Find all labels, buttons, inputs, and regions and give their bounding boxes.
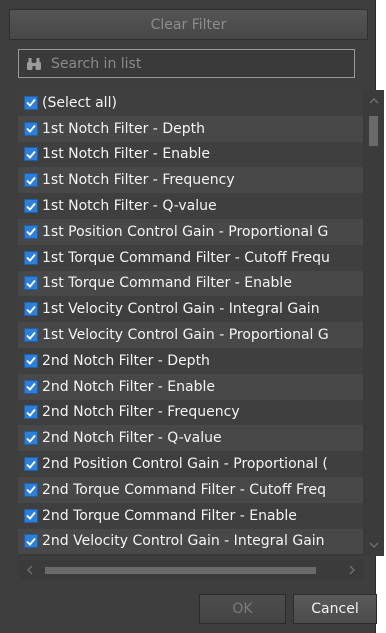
list-item[interactable]: 1st Torque Command Filter - Enable [18, 270, 363, 297]
list-item[interactable]: 1st Velocity Control Gain - Integral Gai… [18, 296, 363, 323]
list-item-label: 2nd Position Control Gain - Proportional… [42, 456, 328, 473]
scroll-down-icon[interactable] [364, 536, 384, 554]
list-item[interactable]: 2nd Notch Filter - Depth [18, 347, 363, 374]
list-item-label: 2nd Torque Command Filter - Enable [42, 507, 297, 524]
ok-button[interactable]: OK [199, 594, 286, 624]
scroll-left-icon[interactable] [20, 560, 40, 580]
list-item[interactable]: 2nd Position Control Gain - Proportional… [18, 451, 363, 477]
horizontal-scrollbar[interactable] [18, 560, 364, 580]
checkbox-checked-icon[interactable] [24, 199, 38, 214]
list-item-label: 1st Velocity Control Gain - Integral Gai… [42, 301, 320, 318]
checkbox-checked-icon[interactable] [24, 431, 38, 446]
list-item[interactable]: 2nd Notch Filter - Frequency [18, 399, 363, 426]
search-placeholder: Search in list [51, 55, 142, 72]
checkbox-checked-icon[interactable] [24, 328, 38, 343]
list-item-label: 1st Notch Filter - Enable [42, 146, 210, 163]
list-item-label: 1st Velocity Control Gain - Proportional… [42, 327, 329, 344]
checkbox-checked-icon[interactable] [24, 379, 38, 394]
checkbox-checked-icon[interactable] [24, 457, 38, 472]
list-item[interactable]: 1st Notch Filter - Enable [18, 141, 363, 168]
list-item[interactable]: 1st Position Control Gain - Proportional… [18, 218, 363, 245]
list-item[interactable]: 2nd Notch Filter - Q-value [18, 425, 363, 452]
horizontal-scroll-thumb[interactable] [45, 567, 316, 574]
vertical-scroll-thumb[interactable] [369, 116, 378, 146]
list-item[interactable]: 2nd Torque Command Filter - Cutoff Freq [18, 476, 363, 503]
checkbox-checked-icon[interactable] [24, 482, 38, 497]
list-item[interactable]: 1st Notch Filter - Q-value [18, 193, 363, 219]
list-item[interactable]: 2nd Velocity Control Gain - Integral Gai… [18, 528, 363, 555]
list-item[interactable]: 1st Notch Filter - Depth [18, 115, 363, 142]
clear-filter-label: Clear Filter [150, 16, 227, 33]
list-item-label: 1st Notch Filter - Depth [42, 120, 205, 137]
list-item-label: (Select all) [42, 94, 117, 111]
checkbox-checked-icon[interactable] [24, 353, 38, 368]
list-item-label: 2nd Notch Filter - Frequency [42, 404, 240, 421]
list-item-label: 1st Notch Filter - Q-value [42, 198, 217, 215]
ok-label: OK [232, 601, 253, 617]
search-input[interactable]: Search in list [18, 49, 355, 78]
filter-panel: Clear Filter Search in list (Select all)… [0, 0, 384, 633]
list-item-label: 1st Position Control Gain - Proportional… [42, 223, 329, 240]
checkbox-checked-icon[interactable] [24, 508, 38, 523]
clear-filter-button[interactable]: Clear Filter [9, 9, 368, 40]
list-item[interactable]: 2nd Torque Command Filter - Enable [18, 502, 363, 529]
select-all-item[interactable]: (Select all) [18, 90, 363, 116]
filter-list: (Select all) 1st Notch Filter - Depth 1st … [18, 90, 364, 556]
checkbox-checked-icon[interactable] [24, 250, 38, 265]
list-item-label: 1st Torque Command Filter - Enable [42, 275, 292, 292]
list-item[interactable]: 2nd Notch Filter - Enable [18, 373, 363, 400]
scroll-right-icon[interactable] [342, 560, 362, 580]
checkbox-checked-icon[interactable] [24, 224, 38, 239]
list-item[interactable]: 1st Velocity Control Gain - Proportional… [18, 322, 363, 348]
list-item-label: 2nd Notch Filter - Enable [42, 378, 215, 395]
checkbox-checked-icon[interactable] [24, 276, 38, 291]
list-item-label: 1st Torque Command Filter - Cutoff Frequ [42, 249, 330, 266]
cancel-label: Cancel [311, 601, 359, 617]
checkbox-checked-icon[interactable] [24, 95, 38, 110]
checkbox-checked-icon[interactable] [24, 147, 38, 162]
scroll-up-icon[interactable] [364, 92, 384, 110]
binoculars-icon [25, 55, 43, 73]
checkbox-checked-icon[interactable] [24, 302, 38, 317]
list-item-label: 1st Notch Filter - Frequency [42, 172, 235, 189]
checkbox-checked-icon[interactable] [24, 405, 38, 420]
list-item-label: 2nd Velocity Control Gain - Integral Gai… [42, 533, 325, 550]
checkbox-checked-icon[interactable] [24, 121, 38, 136]
checkbox-checked-icon[interactable] [24, 534, 38, 549]
list-item-label: 2nd Torque Command Filter - Cutoff Freq [42, 481, 326, 498]
vertical-scrollbar[interactable] [364, 90, 384, 556]
list-item-label: 2nd Notch Filter - Q-value [42, 430, 222, 447]
list-item[interactable]: 1st Torque Command Filter - Cutoff Frequ [18, 244, 363, 271]
cancel-button[interactable]: Cancel [293, 594, 377, 624]
list-item-label: 2nd Notch Filter - Depth [42, 352, 210, 369]
checkbox-checked-icon[interactable] [24, 173, 38, 188]
list-item[interactable]: 1st Notch Filter - Frequency [18, 167, 363, 194]
